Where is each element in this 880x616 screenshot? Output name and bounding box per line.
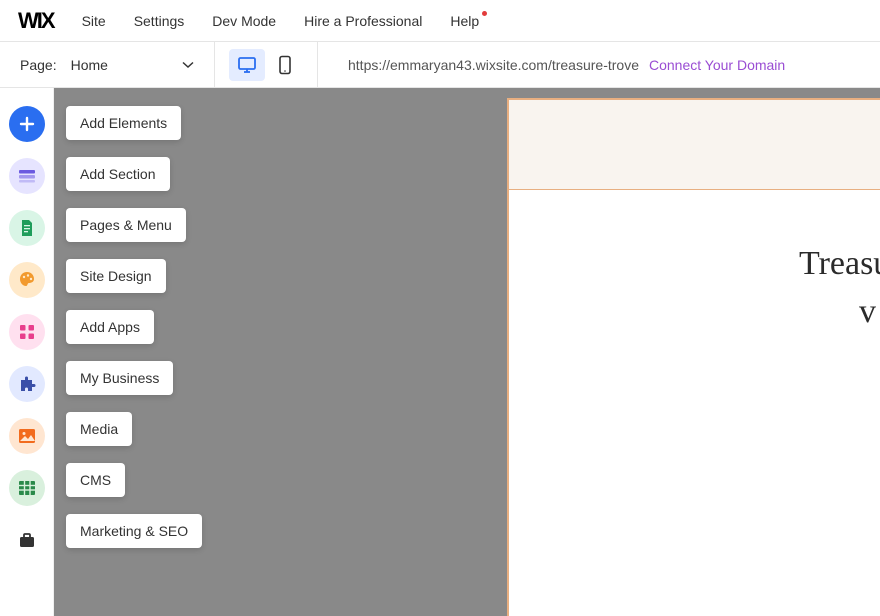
left-tool-rail xyxy=(0,88,54,616)
image-icon xyxy=(18,428,36,444)
desktop-view-button[interactable] xyxy=(229,49,265,81)
rail-cms[interactable] xyxy=(9,470,45,506)
rail-media[interactable] xyxy=(9,418,45,454)
top-menu-bar: WIX Site Settings Dev Mode Hire a Profes… xyxy=(0,0,880,42)
apps-grid-icon xyxy=(19,324,35,340)
url-bar: https://emmaryan43.wixsite.com/treasure-… xyxy=(318,42,880,87)
rail-add-apps[interactable] xyxy=(9,314,45,350)
wix-logo[interactable]: WIX xyxy=(18,8,54,34)
connect-domain-link[interactable]: Connect Your Domain xyxy=(649,57,785,73)
paint-icon xyxy=(18,271,36,289)
desktop-icon xyxy=(237,56,257,74)
menu-help-label: Help xyxy=(450,13,479,29)
briefcase-icon xyxy=(18,532,36,548)
rail-my-business[interactable] xyxy=(9,366,45,402)
page-selector-value: Home xyxy=(71,57,168,73)
rail-add-section[interactable] xyxy=(9,158,45,194)
mobile-view-button[interactable] xyxy=(267,49,303,81)
label-my-business[interactable]: My Business xyxy=(66,361,173,395)
section-icon xyxy=(18,169,36,183)
notification-dot-icon xyxy=(482,11,487,16)
editor-toolbar: Page: Home https://emmaryan43.wixsite.co… xyxy=(0,42,880,88)
puzzle-icon xyxy=(18,375,36,393)
mobile-icon xyxy=(278,55,292,75)
device-toggle-group xyxy=(215,42,318,87)
rail-marketing-seo[interactable] xyxy=(9,522,45,558)
preview-nav: Home O xyxy=(509,100,880,190)
menu-help[interactable]: Help xyxy=(450,13,479,29)
label-add-apps[interactable]: Add Apps xyxy=(66,310,154,344)
chevron-down-icon xyxy=(182,61,194,69)
menu-site[interactable]: Site xyxy=(82,13,106,29)
menu-settings[interactable]: Settings xyxy=(134,13,185,29)
label-marketing-seo[interactable]: Marketing & SEO xyxy=(66,514,202,548)
rail-pages-menu[interactable] xyxy=(9,210,45,246)
label-cms[interactable]: CMS xyxy=(66,463,125,497)
label-site-design[interactable]: Site Design xyxy=(66,259,166,293)
site-url: https://emmaryan43.wixsite.com/treasure-… xyxy=(348,57,639,73)
table-icon xyxy=(18,480,36,496)
page-selector[interactable]: Page: Home xyxy=(0,42,215,87)
menu-dev-mode[interactable]: Dev Mode xyxy=(212,13,276,29)
page-icon xyxy=(20,219,34,237)
site-preview-frame[interactable]: Home O Treasu v xyxy=(507,98,880,616)
label-media[interactable]: Media xyxy=(66,412,132,446)
page-selector-label: Page: xyxy=(20,57,57,73)
rail-add-elements[interactable] xyxy=(9,106,45,142)
label-add-section[interactable]: Add Section xyxy=(66,157,170,191)
label-add-elements[interactable]: Add Elements xyxy=(66,106,181,140)
rail-site-design[interactable] xyxy=(9,262,45,298)
rail-labels-column: Add Elements Add Section Pages & Menu Si… xyxy=(66,106,202,548)
label-pages-menu[interactable]: Pages & Menu xyxy=(66,208,186,242)
main-editor-area: Add Elements Add Section Pages & Menu Si… xyxy=(0,88,880,616)
preview-title-text: Treasu v xyxy=(509,240,880,335)
menu-hire-professional[interactable]: Hire a Professional xyxy=(304,13,422,29)
plus-icon xyxy=(19,116,35,132)
preview-body: Treasu v xyxy=(509,190,880,335)
